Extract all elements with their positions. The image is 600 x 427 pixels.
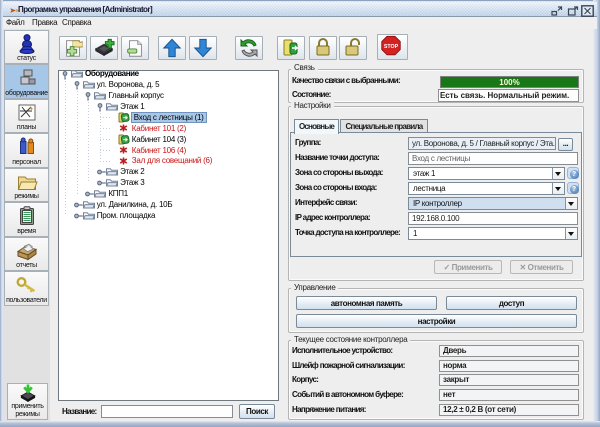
- svg-text:STOP: STOP: [384, 43, 399, 49]
